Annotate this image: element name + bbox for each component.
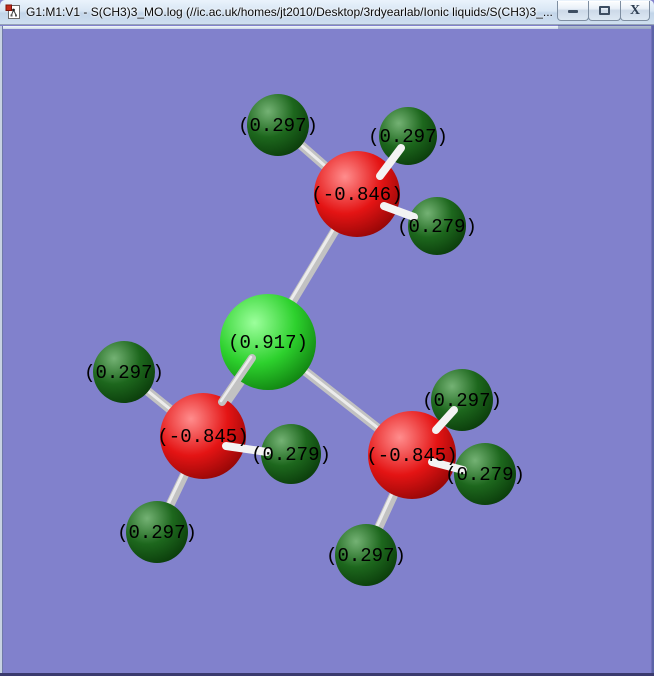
minimize-button[interactable] [557, 1, 589, 21]
maximize-button[interactable] [588, 1, 621, 21]
gaussview-window: G1:M1:V1 - S(CH3)3_MO.log (//ic.ac.uk/ho… [0, 0, 654, 676]
charge-label-S: (0.917) [228, 332, 308, 354]
charge-label-H9: (0.297) [326, 545, 406, 567]
charge-label-H8: (0.279) [445, 464, 525, 486]
charge-label-C_right: (-0.845) [366, 445, 457, 467]
charge-label-H5: (0.279) [251, 444, 331, 466]
window-controls: X [557, 1, 650, 21]
close-icon: X [629, 2, 641, 18]
close-button[interactable]: X [620, 1, 650, 21]
charge-label-H6: (0.297) [117, 522, 197, 544]
minimize-icon [568, 10, 578, 13]
label-layer: (0.297) (0.297) (0.279) (-0.846) (0.297) (0.2… [84, 115, 525, 567]
charge-label-H4: (0.297) [84, 362, 164, 384]
charge-label-C_top: (-0.846) [311, 184, 402, 206]
charge-label-H3: (0.279) [397, 216, 477, 238]
charge-label-C_left: (-0.845) [157, 426, 248, 448]
charge-label-H7: (0.297) [422, 390, 502, 412]
molecule-canvas[interactable]: (0.297) (0.297) (0.279) (-0.846) (0.297) (0.2… [3, 29, 651, 673]
molecule-viewport[interactable]: (0.297) (0.297) (0.279) (-0.846) (0.297) (0.2… [3, 29, 651, 673]
maximize-icon [599, 6, 610, 15]
title-bar[interactable]: G1:M1:V1 - S(CH3)3_MO.log (//ic.ac.uk/ho… [0, 0, 654, 25]
gaussview-document-icon [5, 4, 21, 20]
window-border-left [0, 26, 3, 676]
charge-label-H1: (0.297) [238, 115, 318, 137]
charge-label-H2: (0.297) [368, 126, 448, 148]
